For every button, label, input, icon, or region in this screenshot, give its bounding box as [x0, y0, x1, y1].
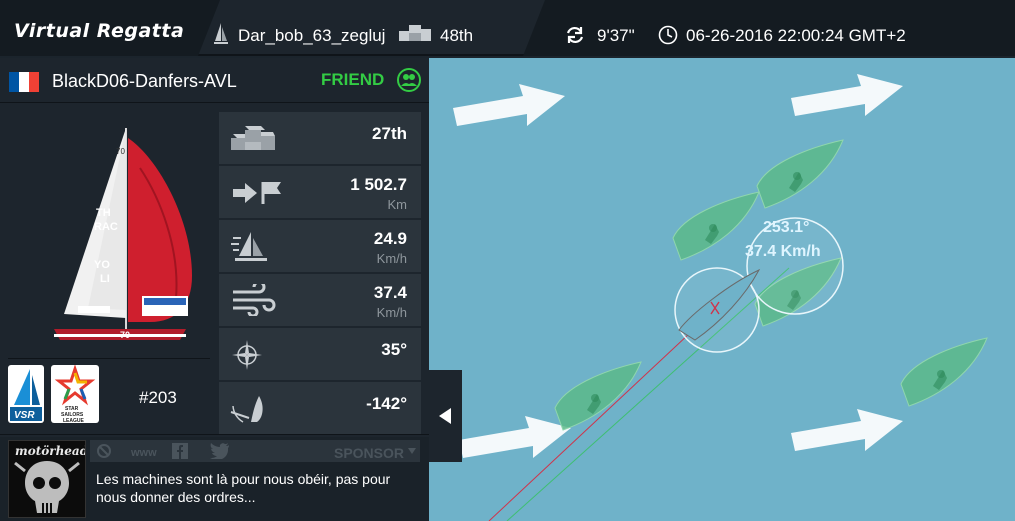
website-link[interactable]: www — [131, 447, 157, 459]
france-flag-icon — [9, 72, 39, 92]
block-icon[interactable] — [96, 443, 112, 459]
stat-boat-speed: 24.9 Km/h — [219, 220, 421, 272]
stat-value: 24.9 — [373, 229, 407, 248]
friends-icon[interactable] — [396, 67, 422, 93]
map-canvas — [453, 74, 988, 521]
stat-ranking: 27th — [219, 112, 421, 164]
boat-image: TH RAC YO LI 70 70 — [0, 108, 214, 358]
stat-wind-speed: 37.4 Km/h — [219, 274, 421, 326]
sponsor-label[interactable]: SPONSOR — [334, 445, 404, 461]
sailboat-icon — [214, 23, 228, 44]
refresh-icon[interactable] — [565, 25, 585, 45]
ghost-boat-icon[interactable] — [900, 337, 988, 407]
distance-to-finish-icon — [233, 182, 281, 204]
vsr-logo[interactable]: VSR — [8, 365, 44, 423]
wind-arrow-icon — [459, 416, 571, 458]
sponsor-image[interactable]: motörhead — [8, 440, 89, 518]
wind-arrow-icon — [791, 74, 903, 116]
chevron-down-icon[interactable] — [408, 448, 416, 454]
svg-text:RAC: RAC — [94, 221, 118, 233]
wind-arrow-icon — [791, 409, 903, 451]
boat-speed-icon — [231, 232, 267, 261]
race-map[interactable]: 253.1° 37.4 Km/h — [429, 58, 1015, 521]
podium-icon — [231, 126, 275, 150]
facebook-icon[interactable] — [171, 442, 189, 460]
panel-toggle-button[interactable] — [429, 370, 462, 462]
clipper-boat-icon: TH RAC YO LI 70 70 — [54, 128, 192, 340]
svg-text:70: 70 — [120, 330, 130, 340]
stat-heading: 35° — [219, 328, 421, 380]
boat-number: #203 — [139, 388, 177, 407]
svg-text:70: 70 — [116, 147, 125, 156]
ghost-boat-icon[interactable] — [554, 361, 642, 431]
stat-value: 35° — [381, 340, 407, 359]
stat-unit: Km/h — [376, 251, 407, 266]
svg-text:YO: YO — [94, 259, 110, 271]
player-rank: 48th — [440, 26, 474, 45]
stat-distance: 1 502.7 Km — [219, 166, 421, 218]
sponsor-quote: Les machines sont là pour nous obéir, pa… — [96, 471, 391, 505]
wind-arrow-icon — [453, 84, 565, 126]
stat-value: 1 502.7 — [350, 175, 407, 194]
time-block: 9'37" 06-26-2016 22:00:24 GMT+2 — [523, 0, 1015, 56]
wind-speed-icon — [233, 284, 276, 316]
sponsor-toolbar: www SPONSOR — [90, 440, 420, 462]
stat-value: 27th — [372, 124, 407, 143]
vsr-logo-text: VSR — [14, 410, 35, 421]
header-divider — [0, 102, 429, 103]
boat-divider — [8, 358, 210, 359]
stats-list: 27th 1 502.7 Km 24.9 Km/h 37.4 Km/h 35° … — [219, 112, 421, 436]
ranking-podium-icon — [399, 25, 431, 41]
chevron-left-icon — [439, 408, 451, 424]
ssl-logo-text: LEAGUE — [63, 418, 85, 423]
stat-unit: Km — [387, 197, 408, 212]
friend-wind-speed: 37.4 Km/h — [745, 243, 821, 260]
virtual-regatta-logo[interactable]: Virtual Regatta — [14, 20, 184, 42]
stat-wind-angle: -142° — [219, 382, 421, 434]
svg-text:TH: TH — [96, 207, 111, 219]
stat-value: 37.4 — [373, 283, 407, 302]
wind-angle-icon — [230, 396, 263, 423]
top-bar: Virtual Regatta Dar_bob_63_zegluj 48th 9… — [0, 0, 1015, 56]
player-name[interactable]: Dar_bob_63_zegluj — [238, 26, 385, 46]
clock-icon — [658, 25, 678, 45]
sponsor-divider — [0, 434, 429, 435]
stat-unit: Km/h — [376, 305, 407, 320]
compass-icon — [232, 340, 262, 370]
sponsor-section: motörhead www SPONSOR Les machines sont … — [0, 437, 429, 521]
ghost-boat-icon[interactable] — [756, 139, 844, 209]
skipper-panel: BlackD06-Danfers-AVL FRIEND TH RAC YO LI… — [0, 58, 429, 521]
star-sailors-league-logo[interactable]: STAR SAILORS LEAGUE — [51, 364, 99, 424]
stat-value: -142° — [366, 394, 407, 413]
friend-status[interactable]: FRIEND — [321, 70, 384, 90]
sponsor-image-text: motörhead — [15, 444, 85, 458]
twitter-icon[interactable] — [210, 443, 230, 459]
race-datetime: 06-26-2016 22:00:24 GMT+2 — [686, 26, 906, 45]
refresh-countdown: 9'37" — [597, 26, 635, 45]
skipper-name[interactable]: BlackD06-Danfers-AVL — [52, 71, 237, 92]
svg-text:LI: LI — [100, 273, 110, 285]
friend-heading: 253.1° — [763, 219, 810, 236]
logo-block: Virtual Regatta — [0, 0, 220, 56]
